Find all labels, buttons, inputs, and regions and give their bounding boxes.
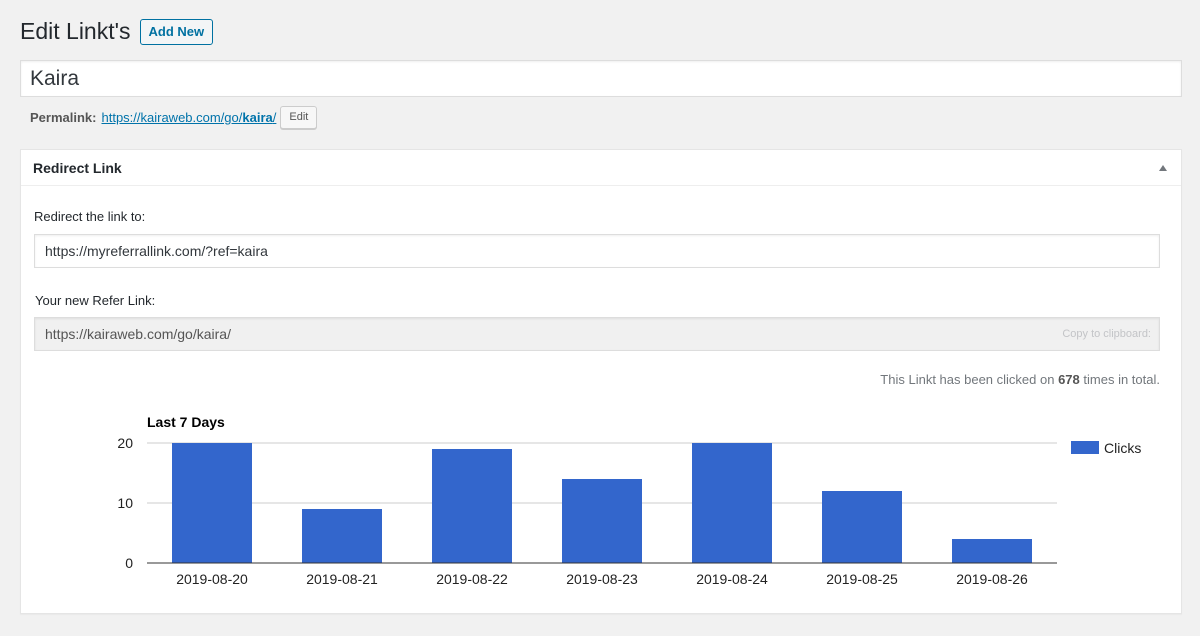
permalink-label: Permalink: bbox=[30, 110, 97, 125]
copy-to-clipboard-button[interactable]: Copy to clipboard: bbox=[1062, 318, 1151, 350]
legend-label: Clicks bbox=[1104, 440, 1141, 456]
bar bbox=[822, 491, 902, 563]
y-tick-label: 0 bbox=[125, 555, 133, 571]
refer-link-field[interactable]: https://kairaweb.com/go/kaira/ Copy to c… bbox=[34, 317, 1160, 351]
panel-title: Redirect Link bbox=[33, 159, 122, 176]
x-tick-label: 2019-08-24 bbox=[696, 571, 768, 587]
bar bbox=[172, 443, 252, 563]
panel-header[interactable]: Redirect Link bbox=[21, 150, 1181, 186]
x-tick-label: 2019-08-23 bbox=[566, 571, 638, 587]
x-tick-label: 2019-08-22 bbox=[436, 571, 508, 587]
x-tick-label: 2019-08-20 bbox=[176, 571, 248, 587]
redirect-link-panel: Redirect Link Redirect the link to: http… bbox=[20, 149, 1182, 614]
edit-permalink-button[interactable]: Edit bbox=[280, 106, 318, 129]
bar bbox=[302, 509, 382, 563]
chart-title: Last 7 Days bbox=[147, 414, 225, 430]
bar bbox=[952, 539, 1032, 563]
redirect-label: Redirect the link to: bbox=[34, 209, 146, 224]
x-tick-label: 2019-08-26 bbox=[956, 571, 1028, 587]
clicks-bar-chart: Last 7 Days 0 10 20 2019-08-20 2019-08-21 2019… bbox=[117, 414, 1141, 587]
refer-link-label: Your new Refer Link: bbox=[35, 293, 156, 308]
bar bbox=[562, 479, 642, 563]
x-tick-label: 2019-08-25 bbox=[826, 571, 898, 587]
redirect-url-input[interactable]: https://myreferrallink.com/?ref=kaira bbox=[34, 234, 1160, 268]
permalink-row: Permalink: https://kairaweb.com/go/kaira… bbox=[30, 106, 318, 129]
permalink-link[interactable]: https://kairaweb.com/go/kaira/ bbox=[101, 110, 276, 125]
page-header: Edit Linkt's Add New bbox=[20, 18, 214, 45]
add-new-button[interactable]: Add New bbox=[139, 18, 214, 45]
collapse-arrow-icon[interactable] bbox=[1159, 164, 1167, 171]
x-tick-label: 2019-08-21 bbox=[306, 571, 378, 587]
post-title-input[interactable]: Kaira bbox=[20, 60, 1182, 97]
clicks-total-note: This Linkt has been clicked on 678 times… bbox=[880, 372, 1160, 387]
refer-link-value: https://kairaweb.com/go/kaira/ bbox=[45, 326, 231, 342]
bar bbox=[692, 443, 772, 563]
clicks-count: 678 bbox=[1058, 372, 1080, 387]
page-title: Edit Linkt's bbox=[20, 18, 131, 44]
y-tick-label: 10 bbox=[117, 495, 133, 511]
legend-swatch bbox=[1071, 441, 1099, 454]
y-tick-label: 20 bbox=[117, 435, 133, 451]
bar bbox=[432, 449, 512, 563]
